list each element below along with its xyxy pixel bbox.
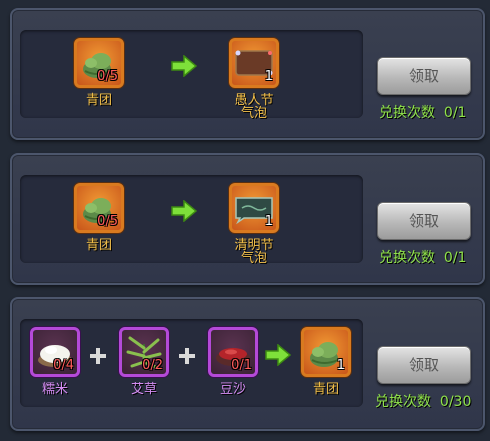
reward-name: 青团 <box>312 382 339 397</box>
exchange-value: 0/30 <box>439 394 472 410</box>
plus-icon <box>90 348 106 364</box>
arrow-right-icon <box>171 55 197 77</box>
reward-name-line2: 气泡 <box>240 106 267 121</box>
arrow-right-icon <box>171 200 197 222</box>
recipe-panel: 0/4 糯米 0/2 艾草 0/1 豆沙 1 青团 <box>20 319 363 407</box>
material-count: 0/1 <box>231 358 252 373</box>
exchange-counter: 兑换次数 0/1 <box>379 102 466 122</box>
material-count: 0/2 <box>142 358 163 373</box>
claim-button[interactable]: 领取 <box>377 202 471 240</box>
arrow-right-icon <box>265 344 291 366</box>
exchange-label: 兑换次数 <box>379 250 435 266</box>
exchange-counter: 兑换次数 0/1 <box>379 247 466 267</box>
material-slot-bean-paste[interactable]: 0/1 <box>208 327 258 377</box>
reward-count: 1 <box>264 69 273 84</box>
claim-button[interactable]: 领取 <box>377 346 471 384</box>
reward-slot-qingming-bubble[interactable]: 1 <box>229 183 279 233</box>
exchange-value: 0/1 <box>443 105 467 121</box>
exchange-counter: 兑换次数 0/30 <box>375 391 471 411</box>
exchange-card-3: 0/4 糯米 0/2 艾草 0/1 豆沙 1 青团 领取 兑换次数 0/30 <box>10 297 485 431</box>
item-name: 青团 <box>85 93 112 108</box>
item-slot-qingtuan[interactable]: 0/5 <box>74 183 124 233</box>
exchange-card-2: 0/5 青团 1 清明节 气泡 领取 兑换次数 0/1 <box>10 153 485 285</box>
material-count: 0/4 <box>53 358 74 373</box>
exchange-value: 0/1 <box>443 250 467 266</box>
item-count: 0/5 <box>97 214 118 229</box>
recipe-panel: 0/5 青团 1 愚人节 气泡 <box>20 30 363 121</box>
reward-count: 1 <box>336 358 345 373</box>
exchange-label: 兑换次数 <box>375 394 431 410</box>
material-name: 糯米 <box>41 382 68 397</box>
reward-count: 1 <box>264 214 273 229</box>
exchange-card-1: 0/5 青团 1 愚人节 气泡 领取 兑换次数 0/1 <box>10 8 485 140</box>
item-count: 0/5 <box>97 69 118 84</box>
reward-slot-qingtuan[interactable]: 1 <box>301 327 351 377</box>
material-name: 豆沙 <box>219 382 246 397</box>
item-name: 青团 <box>85 238 112 253</box>
plus-icon <box>179 348 195 364</box>
claim-button[interactable]: 领取 <box>377 57 471 95</box>
reward-name-line2: 气泡 <box>240 251 267 266</box>
recipe-panel: 0/5 青团 1 清明节 气泡 <box>20 175 363 266</box>
reward-slot-fools-day-bubble[interactable]: 1 <box>229 38 279 88</box>
material-name: 艾草 <box>130 382 157 397</box>
exchange-label: 兑换次数 <box>379 105 435 121</box>
material-slot-glutinous-rice[interactable]: 0/4 <box>30 327 80 377</box>
item-slot-qingtuan[interactable]: 0/5 <box>74 38 124 88</box>
material-slot-mugwort[interactable]: 0/2 <box>119 327 169 377</box>
